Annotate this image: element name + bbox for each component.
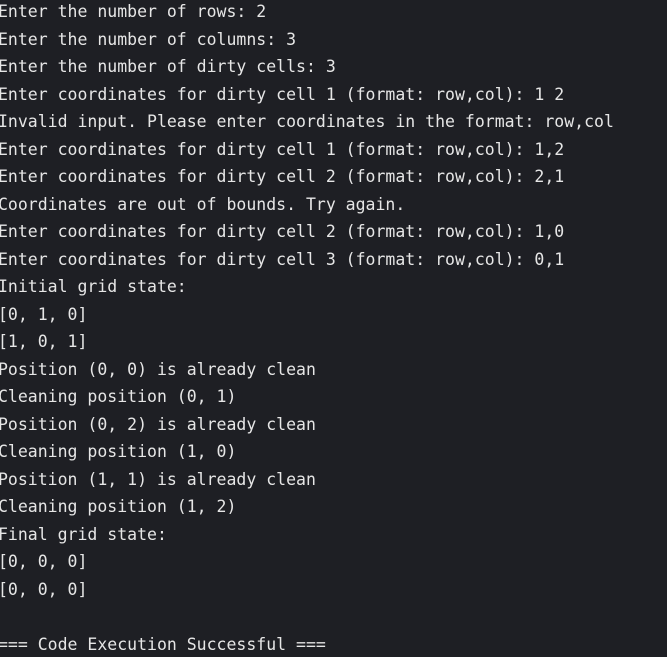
output-line: Enter coordinates for dirty cell 2 (form…: [0, 167, 565, 186]
output-line: [1, 0, 1]: [0, 332, 88, 351]
output-line: Position (1, 1) is already clean: [0, 470, 316, 489]
output-line: Final grid state:: [0, 525, 167, 544]
console-output: Enter the number of rows: 2 Enter the nu…: [0, 0, 667, 657]
output-line: Initial grid state:: [0, 277, 187, 296]
output-line: Position (0, 2) is already clean: [0, 415, 316, 434]
output-line: Enter the number of rows: 2: [0, 2, 267, 21]
output-line: [0, 0, 0]: [0, 580, 88, 599]
output-line: Cleaning position (1, 2): [0, 497, 237, 516]
output-line: [0, 1, 0]: [0, 305, 88, 324]
output-line: Enter the number of dirty cells: 3: [0, 57, 336, 76]
output-line: Invalid input. Please enter coordinates …: [0, 112, 614, 131]
output-line: Cleaning position (1, 0): [0, 442, 237, 461]
output-line: Enter coordinates for dirty cell 2 (form…: [0, 222, 565, 241]
output-line: Position (0, 0) is already clean: [0, 360, 316, 379]
output-line: Enter coordinates for dirty cell 3 (form…: [0, 250, 565, 269]
output-line: Coordinates are out of bounds. Try again…: [0, 195, 406, 214]
output-line: Enter the number of columns: 3: [0, 30, 297, 49]
execution-status: === Code Execution Successful ===: [0, 635, 326, 654]
output-line: Enter coordinates for dirty cell 1 (form…: [0, 140, 565, 159]
output-line: Enter coordinates for dirty cell 1 (form…: [0, 85, 565, 104]
output-line: Cleaning position (0, 1): [0, 387, 237, 406]
output-line: [0, 0, 0]: [0, 552, 88, 571]
